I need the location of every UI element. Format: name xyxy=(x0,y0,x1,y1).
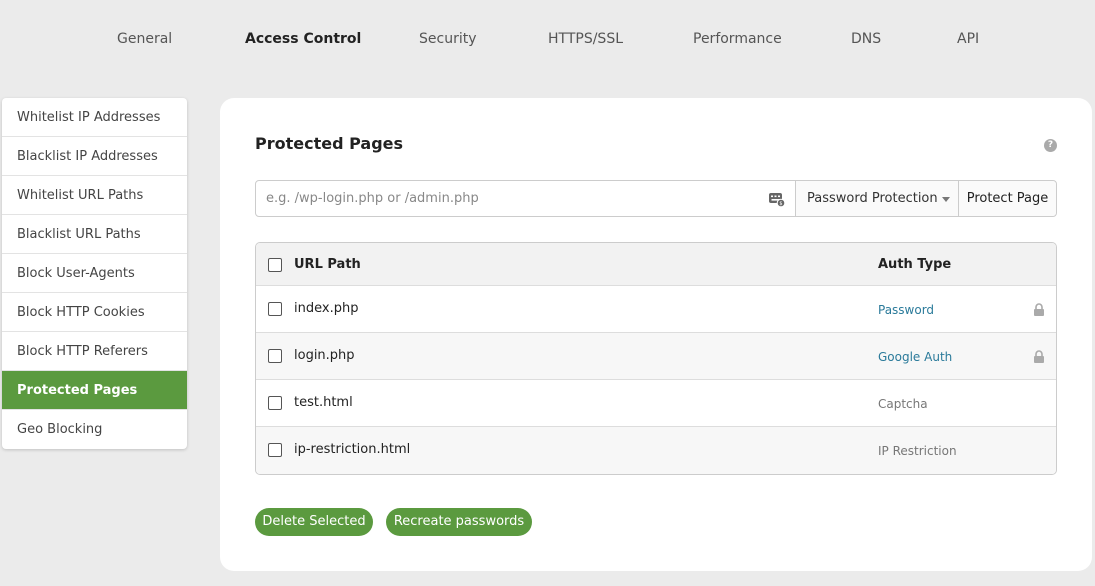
sidebar-item-block-cookies[interactable]: Block HTTP Cookies xyxy=(2,293,187,332)
sidebar-item-whitelist-url[interactable]: Whitelist URL Paths xyxy=(2,176,187,215)
lock-icon xyxy=(1034,303,1044,316)
column-header-auth-type: Auth Type xyxy=(878,257,952,272)
url-path-cell: ip-restriction.html xyxy=(294,442,411,457)
question-circle-icon[interactable]: ? xyxy=(1044,139,1057,152)
url-path-cell: login.php xyxy=(294,348,355,363)
sidebar-item-blacklist-ip[interactable]: Blacklist IP Addresses xyxy=(2,137,187,176)
svg-text:$: $ xyxy=(779,201,782,207)
tab-api[interactable]: API xyxy=(957,31,979,47)
protect-page-button[interactable]: Protect Page xyxy=(959,181,1056,216)
url-path-cell: test.html xyxy=(294,395,353,410)
delete-selected-button[interactable]: Delete Selected xyxy=(255,508,373,536)
table-row: ip-restriction.html IP Restriction xyxy=(256,427,1056,474)
sidebar-item-geo-blocking[interactable]: Geo Blocking xyxy=(2,410,187,449)
table-header: URL Path Auth Type xyxy=(256,243,1056,286)
chevron-down-icon xyxy=(942,197,950,202)
url-path-cell: index.php xyxy=(294,301,359,316)
table-row: test.html Captcha xyxy=(256,380,1056,427)
auth-type-cell: IP Restriction xyxy=(878,444,957,458)
url-path-input[interactable] xyxy=(256,181,795,216)
tab-security[interactable]: Security xyxy=(419,31,477,47)
auth-type-link[interactable]: Google Auth xyxy=(878,350,952,364)
recreate-passwords-button[interactable]: Recreate passwords xyxy=(386,508,532,536)
sidebar-item-protected-pages[interactable]: Protected Pages xyxy=(2,371,187,410)
row-checkbox[interactable] xyxy=(268,302,282,316)
add-page-form: $ Password Protection Protect Page xyxy=(255,180,1057,217)
protected-pages-table: URL Path Auth Type index.php Password lo… xyxy=(255,242,1057,475)
auth-type-cell: Captcha xyxy=(878,397,928,411)
sidebar-item-blacklist-url[interactable]: Blacklist URL Paths xyxy=(2,215,187,254)
page-title: Protected Pages xyxy=(255,134,404,153)
table-row: index.php Password xyxy=(256,286,1056,333)
keyboard-icon[interactable]: $ xyxy=(769,191,785,207)
table-row: login.php Google Auth xyxy=(256,333,1056,380)
path-input-wrapper: $ xyxy=(256,181,796,216)
tab-access-control[interactable]: Access Control xyxy=(245,31,361,47)
tab-https-ssl[interactable]: HTTPS/SSL xyxy=(548,31,623,47)
top-navigation: General Access Control Security HTTPS/SS… xyxy=(0,0,1095,80)
sidebar: Whitelist IP Addresses Blacklist IP Addr… xyxy=(2,98,187,449)
select-all-checkbox[interactable] xyxy=(268,258,282,272)
main-panel: Protected Pages ? $ Password Protection … xyxy=(220,98,1092,571)
tab-performance[interactable]: Performance xyxy=(693,31,782,47)
auth-type-selected: Password Protection xyxy=(807,191,938,206)
row-checkbox[interactable] xyxy=(268,396,282,410)
column-header-url-path: URL Path xyxy=(294,257,361,272)
row-checkbox[interactable] xyxy=(268,349,282,363)
sidebar-item-block-referers[interactable]: Block HTTP Referers xyxy=(2,332,187,371)
lock-icon xyxy=(1034,350,1044,363)
tab-general[interactable]: General xyxy=(117,31,172,47)
sidebar-item-block-user-agents[interactable]: Block User-Agents xyxy=(2,254,187,293)
sidebar-item-whitelist-ip[interactable]: Whitelist IP Addresses xyxy=(2,98,187,137)
auth-type-link[interactable]: Password xyxy=(878,303,934,317)
auth-type-select[interactable]: Password Protection xyxy=(796,181,959,216)
tab-dns[interactable]: DNS xyxy=(851,31,881,47)
row-checkbox[interactable] xyxy=(268,443,282,457)
